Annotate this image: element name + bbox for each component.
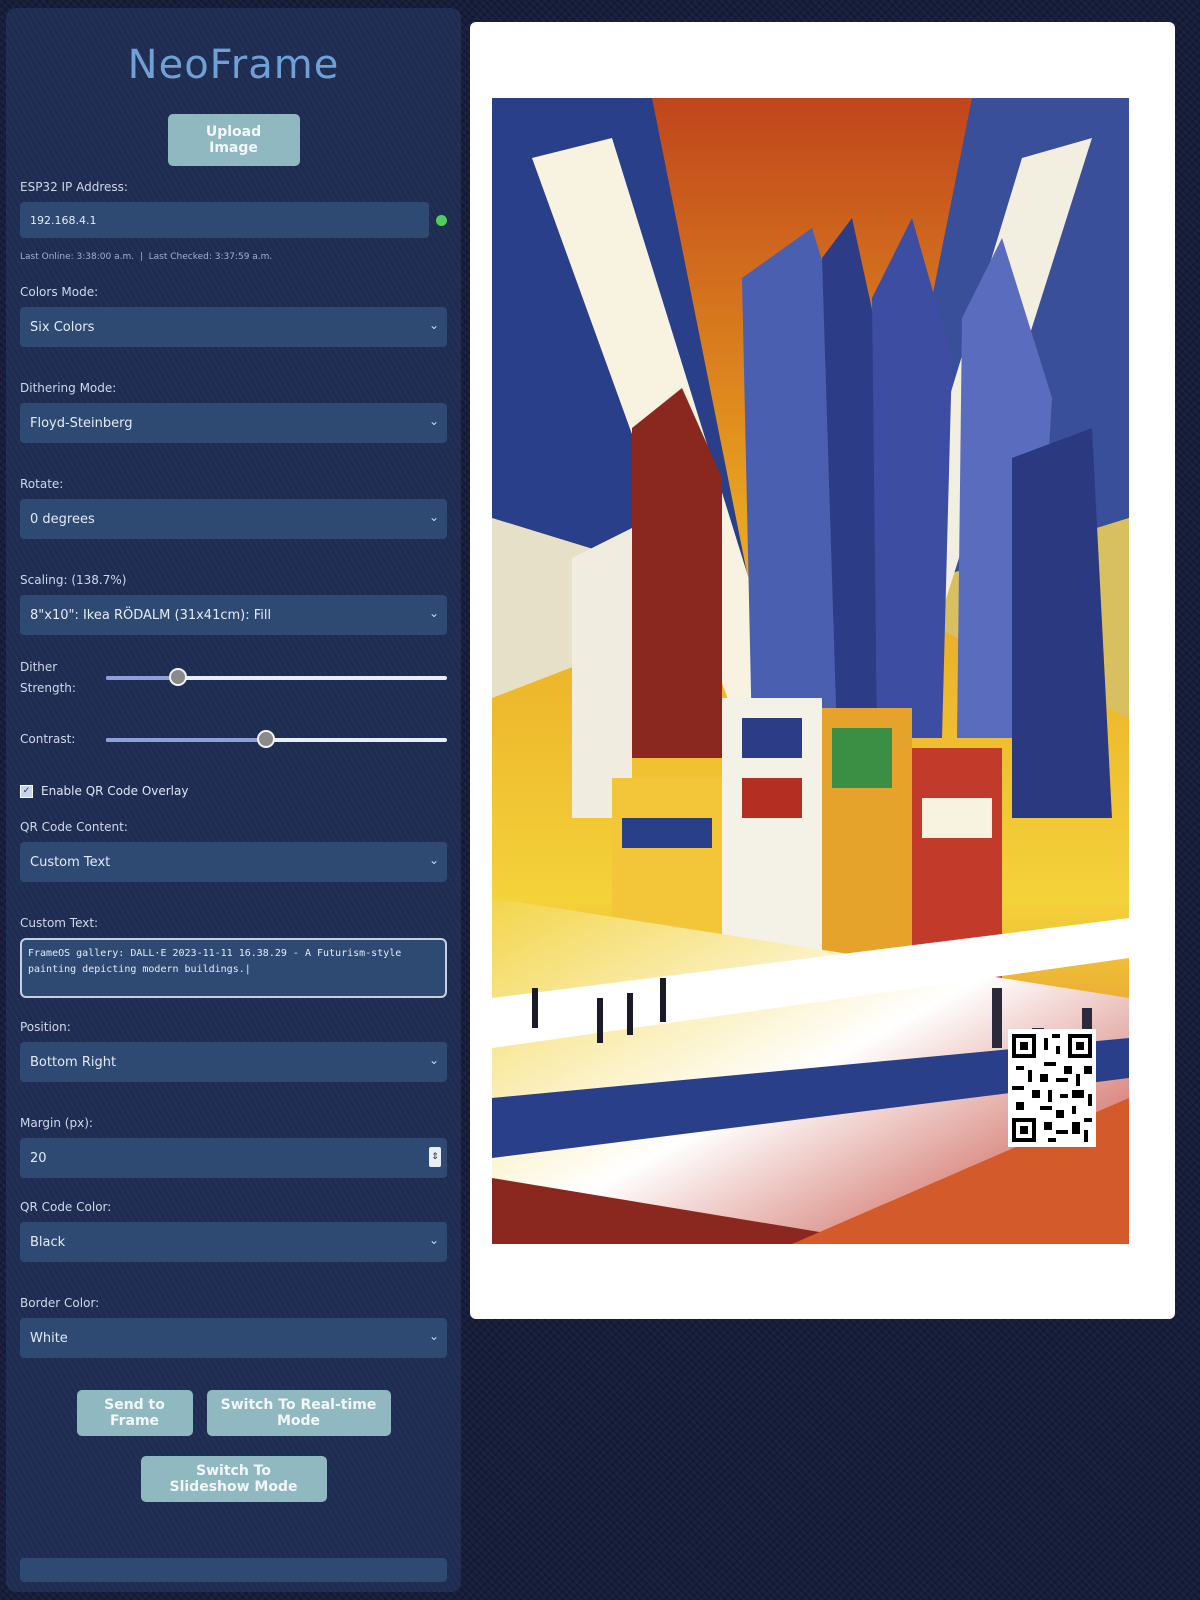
ip-label: ESP32 IP Address:	[20, 180, 128, 194]
chevron-down-icon: ⌄	[428, 318, 439, 332]
qr-color-value: Black	[30, 1234, 66, 1250]
qr-code-icon	[1008, 1030, 1096, 1146]
chevron-down-icon: ⌄	[428, 853, 439, 867]
colors-mode-label: Colors Mode:	[20, 285, 99, 299]
rotate-select[interactable]: 0 degrees ⌄	[20, 499, 447, 539]
chevron-down-icon: ⌄	[428, 1329, 439, 1343]
margin-label: Margin (px):	[20, 1116, 93, 1130]
border-color-value: White	[30, 1330, 68, 1346]
scaling-label: Scaling: (138.7%)	[20, 573, 127, 587]
chevron-down-icon: ⌄	[428, 606, 439, 620]
connection-status-text: Last Online: 3:38:00 a.m. | Last Checked…	[20, 252, 447, 262]
qr-content-label: QR Code Content:	[20, 820, 128, 834]
border-color-select[interactable]: White ⌄	[20, 1318, 447, 1358]
contrast-fill	[106, 737, 267, 742]
realtime-mode-button[interactable]: Switch To Real-time Mode	[206, 1390, 391, 1436]
qr-content-select[interactable]: Custom Text ⌄	[20, 842, 447, 882]
custom-text-input[interactable]: FrameOS gallery: DALL·E 2023-11-11 16.38…	[20, 938, 447, 998]
settings-panel: NeoFrame Upload Image ESP32 IP Address: …	[6, 8, 461, 1592]
contrast-thumb[interactable]	[257, 729, 276, 748]
dither-strength-label: Dither Strength:	[20, 660, 76, 695]
preview-frame	[470, 22, 1175, 1319]
chevron-down-icon: ⌄	[428, 1233, 439, 1247]
scaling-select[interactable]: 8"x10": Ikea RÖDALM (31x41cm): Fill ⌄	[20, 595, 447, 635]
chevron-down-icon: ⌄	[428, 414, 439, 428]
check-icon: ✓	[22, 785, 31, 796]
scaling-value: 8"x10": Ikea RÖDALM (31x41cm): Fill	[30, 607, 272, 623]
chevron-down-icon: ⌄	[428, 510, 439, 524]
last-online-text: Last Online: 3:38:00 a.m.	[20, 252, 135, 262]
rotate-label: Rotate:	[20, 477, 64, 491]
colors-mode-value: Six Colors	[30, 319, 95, 335]
qr-color-label: QR Code Color:	[20, 1200, 112, 1214]
qr-overlay-checkbox[interactable]: ✓	[20, 784, 33, 798]
custom-text-label: Custom Text:	[20, 916, 99, 930]
position-label: Position:	[20, 1020, 71, 1034]
qr-content-value: Custom Text	[30, 854, 111, 870]
chevron-down-icon: ⌄	[428, 1053, 439, 1067]
slideshow-mode-button[interactable]: Switch To Slideshow Mode	[140, 1456, 327, 1502]
position-value: Bottom Right	[30, 1054, 117, 1070]
custom-text-value: FrameOS gallery: DALL·E 2023-11-11 16.38…	[28, 948, 402, 975]
send-to-frame-button[interactable]: Send to Frame	[76, 1390, 193, 1436]
dither-strength-thumb[interactable]	[168, 668, 187, 686]
contrast-label: Contrast:	[20, 732, 76, 746]
last-checked-text: Last Checked: 3:37:59 a.m.	[148, 252, 273, 262]
qr-overlay-label: Enable QR Code Overlay	[41, 784, 189, 798]
dither-strength-slider[interactable]	[106, 668, 447, 686]
dithering-mode-value: Floyd-Steinberg	[30, 415, 133, 431]
qr-code-overlay	[1008, 1029, 1096, 1147]
connection-status-dot	[436, 214, 447, 226]
colors-mode-select[interactable]: Six Colors ⌄	[20, 307, 447, 347]
dithering-mode-label: Dithering Mode:	[20, 381, 117, 395]
bottom-status-bar	[20, 1558, 447, 1582]
number-spinner-icon[interactable]: ⇕	[429, 1147, 441, 1167]
ip-value: 192.168.4.1	[30, 213, 97, 227]
dither-strength-fill	[106, 676, 178, 680]
margin-input[interactable]: 20 ⇕	[20, 1138, 447, 1178]
dithering-mode-select[interactable]: Floyd-Steinberg ⌄	[20, 403, 447, 443]
status-separator: |	[139, 252, 143, 262]
ip-address-input[interactable]: 192.168.4.1	[20, 202, 430, 238]
contrast-slider[interactable]	[106, 729, 447, 748]
border-color-label: Border Color:	[20, 1296, 100, 1310]
margin-value: 20	[30, 1150, 47, 1166]
rotate-value: 0 degrees	[30, 511, 95, 527]
upload-image-button[interactable]: Upload Image	[167, 114, 300, 166]
position-select[interactable]: Bottom Right ⌄	[20, 1042, 447, 1082]
app-title: NeoFrame	[127, 42, 340, 88]
qr-color-select[interactable]: Black ⌄	[20, 1222, 447, 1262]
